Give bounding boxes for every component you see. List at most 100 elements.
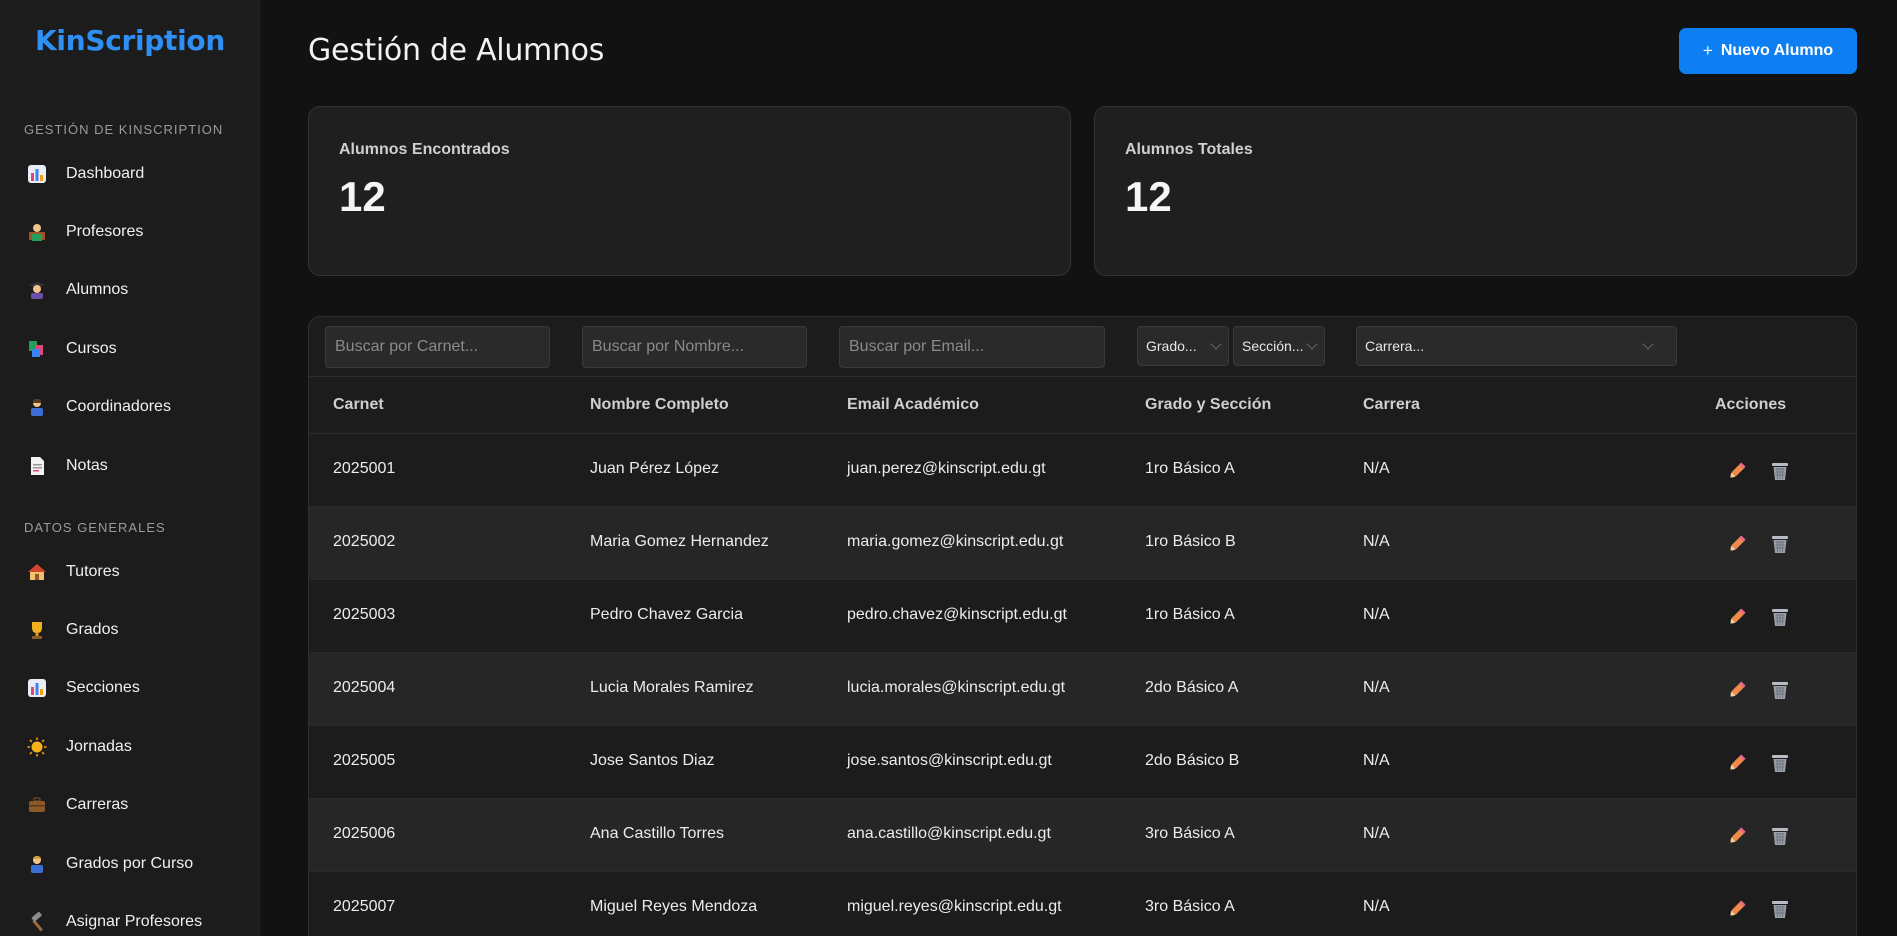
grado-select[interactable]: Grado... [1137,326,1229,366]
sidebar-item-dashboard[interactable]: Dashboard [24,156,244,192]
cell-carrera: N/A [1363,825,1390,842]
edit-icon[interactable] [1724,604,1750,630]
sidebar-item-label: Secciones [66,679,140,696]
table-row[interactable]: 2025007 Miguel Reyes Mendoza miguel.reye… [309,872,1856,936]
edit-icon[interactable] [1724,896,1750,922]
cell-grado: 2do Básico B [1145,752,1240,769]
sidebar-item-secciones[interactable]: Secciones [24,670,244,706]
cell-email: miguel.reyes@kinscript.edu.gt [847,898,1062,915]
trash-icon[interactable] [1767,531,1793,557]
sidebar-item-label: Profesores [66,223,144,240]
trash-icon[interactable] [1767,604,1793,630]
sidebar-item-cursos[interactable]: Cursos [24,331,244,367]
email-search-input[interactable] [839,326,1105,368]
edit-icon[interactable] [1724,458,1750,484]
table-row[interactable]: 2025003 Pedro Chavez Garcia pedro.chavez… [309,580,1856,653]
cell-email: pedro.chavez@kinscript.edu.gt [847,606,1067,623]
column-header-grado[interactable]: Grado y Sección [1145,396,1271,414]
sidebar-item-coordinadores[interactable]: Coordinadores [24,389,244,425]
cell-nombre: Jose Santos Diaz [590,752,715,769]
table-row[interactable]: 2025002 Maria Gomez Hernandez maria.gome… [309,507,1856,580]
house-icon [26,561,48,583]
trash-icon[interactable] [1767,750,1793,776]
cell-nombre: Lucia Morales Ramirez [590,679,754,696]
cell-grado: 3ro Básico A [1145,898,1235,915]
table-row[interactable]: 2025004 Lucia Morales Ramirez lucia.mora… [309,653,1856,726]
sidebar-item-tutores[interactable]: Tutores [24,554,244,590]
sidebar-item-alumnos[interactable]: Alumnos [24,272,244,308]
chevron-down-icon [1306,338,1318,350]
briefcase-icon [26,794,48,816]
carrera-select[interactable]: Carrera... [1356,326,1677,366]
coordinator-icon [26,396,48,418]
cell-grado: 1ro Básico B [1145,533,1236,550]
trash-icon[interactable] [1767,896,1793,922]
sidebar-item-notas[interactable]: Notas [24,448,244,484]
sidebar-item-profesores[interactable]: Profesores [24,214,244,250]
sidebar-item-label: Dashboard [66,165,145,182]
sidebar-item-carreras[interactable]: Carreras [24,787,244,823]
cell-carnet: 2025003 [333,606,396,623]
column-header-email[interactable]: Email Académico [847,396,979,414]
sidebar-item-label: Cursos [66,340,117,357]
edit-icon[interactable] [1724,531,1750,557]
cell-carrera: N/A [1363,460,1390,477]
students-table-panel: Grado... Sección... Carrera... Carnet No… [308,316,1857,936]
cell-nombre: Juan Pérez López [590,460,719,477]
trophy-icon [26,619,48,641]
trash-icon[interactable] [1767,677,1793,703]
seccion-select-value: Sección... [1242,338,1304,354]
edit-icon[interactable] [1724,750,1750,776]
stat-value: 12 [1125,173,1172,220]
column-header-carnet[interactable]: Carnet [333,396,384,414]
cell-email: jose.santos@kinscript.edu.gt [847,752,1052,769]
sidebar-item-label: Carreras [66,796,129,813]
sidebar-item-label: Asignar Profesores [66,913,203,930]
seccion-select[interactable]: Sección... [1233,326,1325,366]
cell-carnet: 2025002 [333,533,396,550]
sidebar-item-label: Grados por Curso [66,855,194,872]
edit-icon[interactable] [1724,677,1750,703]
stat-label: Alumnos Encontrados [339,141,510,158]
trash-icon[interactable] [1767,458,1793,484]
sidebar-item-grados[interactable]: Grados [24,612,244,648]
filter-row: Grado... Sección... Carrera... [309,317,1856,377]
sidebar-item-label: Grados [66,621,119,638]
stat-label: Alumnos Totales [1125,141,1253,158]
person-icon [26,853,48,875]
cell-carnet: 2025001 [333,460,396,477]
sidebar-item-label: Tutores [66,563,120,580]
table-row[interactable]: 2025001 Juan Pérez López juan.perez@kins… [309,434,1856,507]
brand-logo[interactable]: KinScription [0,24,260,57]
column-header-acciones: Acciones [1715,396,1787,413]
cell-nombre: Maria Gomez Hernandez [590,533,769,550]
trash-icon[interactable] [1767,823,1793,849]
stat-value: 12 [339,173,386,220]
grado-select-value: Grado... [1146,338,1197,354]
cell-grado: 2do Básico A [1145,679,1239,696]
sidebar-item-asignar-profesores[interactable]: Asignar Profesores [24,904,244,936]
student-icon [26,279,48,301]
column-header-nombre[interactable]: Nombre Completo [590,396,729,414]
chevron-down-icon [1210,338,1222,350]
stat-card-found: Alumnos Encontrados 12 [308,106,1071,276]
edit-icon[interactable] [1724,823,1750,849]
cell-carrera: N/A [1363,679,1390,696]
sidebar-item-label: Jornadas [66,738,132,755]
cell-nombre: Miguel Reyes Mendoza [590,898,758,915]
carrera-select-value: Carrera... [1365,338,1425,354]
cell-carrera: N/A [1363,752,1390,769]
bar-chart-icon [26,677,48,699]
table-row[interactable]: 2025005 Jose Santos Diaz jose.santos@kin… [309,726,1856,799]
table-row[interactable]: 2025006 Ana Castillo Torres ana.castillo… [309,799,1856,872]
new-student-button[interactable]: + Nuevo Alumno [1679,28,1857,74]
cell-email: juan.perez@kinscript.edu.gt [847,460,1046,477]
column-header-carrera[interactable]: Carrera [1363,396,1420,414]
carnet-search-input[interactable] [325,326,550,368]
name-search-input[interactable] [582,326,807,368]
sidebar-item-grados-por-curso[interactable]: Grados por Curso [24,846,244,882]
sidebar: KinScription GESTIÓN DE KINSCRIPTION Das… [0,0,260,936]
cell-nombre: Ana Castillo Torres [590,825,724,842]
cell-carnet: 2025004 [333,679,396,696]
sidebar-item-jornadas[interactable]: Jornadas [24,729,244,765]
